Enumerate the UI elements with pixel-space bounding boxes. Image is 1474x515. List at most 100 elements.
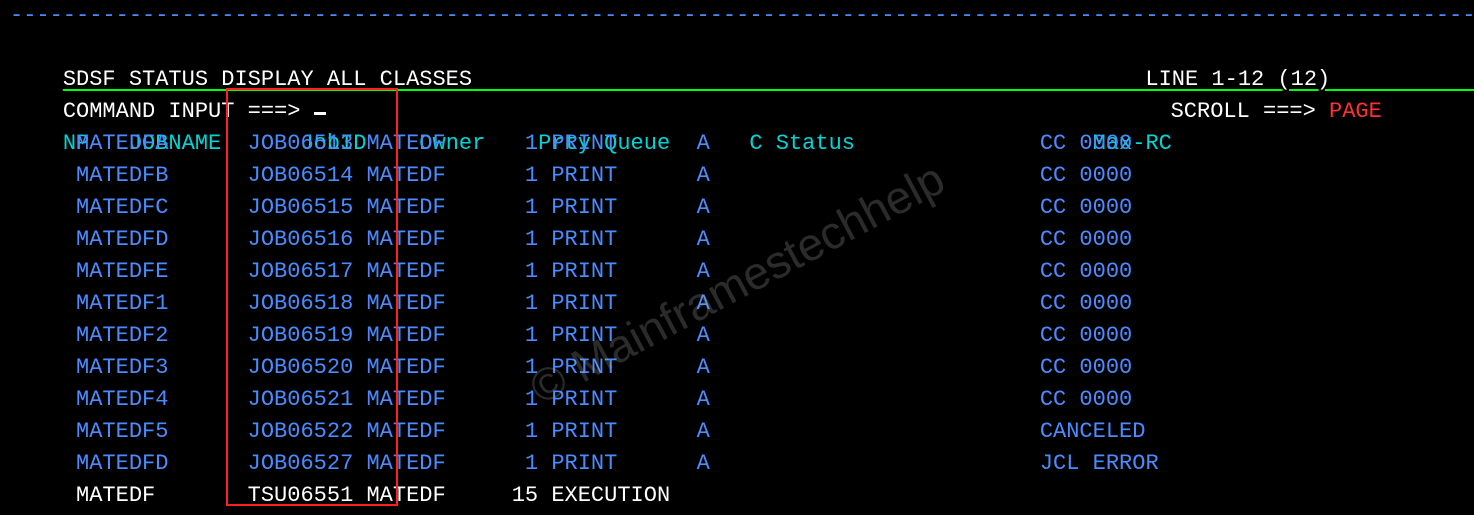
cell-status [723,419,1040,444]
cell-np[interactable] [10,387,76,412]
cell-c: A [697,163,723,188]
cell-c: A [697,131,723,156]
cell-c: A [697,291,723,316]
cell-jobid: JOB06515 [248,195,367,220]
cell-owner: MATEDF [366,227,485,252]
cell-jobid: JOB06518 [248,291,367,316]
cell-c: A [697,451,723,476]
cell-np[interactable] [10,195,76,220]
command-input[interactable] [300,99,313,124]
cell-status [723,163,1040,188]
cell-maxrc: CANCELED [1040,419,1172,444]
cell-owner: MATEDF [366,259,485,284]
cell-owner: MATEDF [366,291,485,316]
cell-prty: 15 [485,483,551,508]
cell-owner: MATEDF [366,355,485,380]
scroll-value[interactable]: PAGE [1329,99,1382,124]
cell-prty: 1 [485,227,551,252]
cell-jobname: MATEDF5 [76,419,248,444]
cell-np[interactable] [10,451,76,476]
cell-maxrc: CC 0000 [1040,355,1172,380]
cell-c: A [697,355,723,380]
cell-owner: MATEDF [366,163,485,188]
cell-status [723,451,1040,476]
cell-maxrc [1040,483,1172,508]
cell-maxrc: CC 0000 [1040,323,1172,348]
cell-prty: 1 [485,163,551,188]
scroll-label: SCROLL ===> [1171,99,1316,124]
cell-queue: PRINT [551,227,696,252]
cell-status [723,195,1040,220]
cell-prty: 1 [485,291,551,316]
cell-owner: MATEDF [366,323,485,348]
cell-queue: PRINT [551,195,696,220]
cell-jobname: MATEDF4 [76,387,248,412]
cell-status [723,323,1040,348]
cell-owner: MATEDF [366,451,485,476]
cell-queue: PRINT [551,451,696,476]
cell-status [723,131,1040,156]
table-row[interactable]: MATEDF3 JOB06520 MATEDF 1 PRINT A CC 000… [10,352,1474,384]
table-row[interactable]: MATEDFD JOB06516 MATEDF 1 PRINT A CC 000… [10,224,1474,256]
cell-jobname: MATEDF2 [76,323,248,348]
cell-np[interactable] [10,259,76,284]
cell-queue: EXECUTION [551,483,696,508]
table-row[interactable]: MATEDF1 JOB06518 MATEDF 1 PRINT A CC 000… [10,288,1474,320]
cell-maxrc: CC 0000 [1040,259,1172,284]
cell-owner: MATEDF [366,195,485,220]
cell-np[interactable] [10,291,76,316]
table-row[interactable]: MATEDFC JOB06515 MATEDF 1 PRINT A CC 000… [10,192,1474,224]
cell-jobname: MATEDFD [76,451,248,476]
cell-owner: MATEDF [366,419,485,444]
table-row[interactable]: MATEDFD JOB06527 MATEDF 1 PRINT A JCL ER… [10,448,1474,480]
cell-jobid: TSU06551 [248,483,367,508]
cell-np[interactable] [10,355,76,380]
cell-c: A [697,323,723,348]
cell-c: A [697,387,723,412]
cell-np[interactable] [10,227,76,252]
cell-jobid: JOB06519 [248,323,367,348]
table-row[interactable]: MATEDFA JOB06513 MATEDF 1 PRINT A CC 000… [10,128,1474,160]
cell-np[interactable] [10,419,76,444]
cell-np[interactable] [10,483,76,508]
cell-status [723,483,1040,508]
cell-prty: 1 [485,259,551,284]
cell-queue: PRINT [551,387,696,412]
cell-queue: PRINT [551,355,696,380]
cell-prty: 1 [485,355,551,380]
cell-np[interactable] [10,163,76,188]
cell-jobname: MATEDF1 [76,291,248,316]
cell-jobname: MATEDFC [76,195,248,220]
cursor-icon [314,112,326,115]
table-row[interactable]: MATEDFE JOB06517 MATEDF 1 PRINT A CC 000… [10,256,1474,288]
cell-maxrc: JCL ERROR [1040,451,1172,476]
table-row[interactable]: MATEDFB JOB06514 MATEDF 1 PRINT A CC 000… [10,160,1474,192]
cell-jobid: JOB06522 [248,419,367,444]
cell-np[interactable] [10,131,76,156]
table-row[interactable]: MATEDF4 JOB06521 MATEDF 1 PRINT A CC 000… [10,384,1474,416]
cell-queue: PRINT [551,419,696,444]
command-label: COMMAND INPUT ===> [63,99,301,124]
cell-maxrc: CC 0000 [1040,291,1172,316]
cell-np[interactable] [10,323,76,348]
cell-jobname: MATEDF3 [76,355,248,380]
cell-queue: PRINT [551,163,696,188]
cell-c: A [697,259,723,284]
cell-jobid: JOB06513 [248,131,367,156]
cell-prty: 1 [485,387,551,412]
status-title-left: SDSF STATUS DISPLAY ALL CLASSES [63,67,472,92]
status-title-right: LINE 1-12 (12) [1145,67,1330,92]
cell-status [723,227,1040,252]
cell-prty: 1 [485,323,551,348]
table-row[interactable]: MATEDF5 JOB06522 MATEDF 1 PRINT A CANCEL… [10,416,1474,448]
table-row[interactable]: MATEDF TSU06551 MATEDF 15 EXECUTION [10,480,1474,512]
cell-queue: PRINT [551,323,696,348]
cell-prty: 1 [485,195,551,220]
status-title-row: SDSF STATUS DISPLAY ALL CLASSES LINE 1-1… [10,32,1474,64]
divider-line: ----------------------------------------… [10,0,1474,32]
cell-prty: 1 [485,419,551,444]
table-row[interactable]: MATEDF2 JOB06519 MATEDF 1 PRINT A CC 000… [10,320,1474,352]
cell-jobname: MATEDFE [76,259,248,284]
cell-maxrc: CC 0000 [1040,227,1172,252]
cell-c: A [697,227,723,252]
